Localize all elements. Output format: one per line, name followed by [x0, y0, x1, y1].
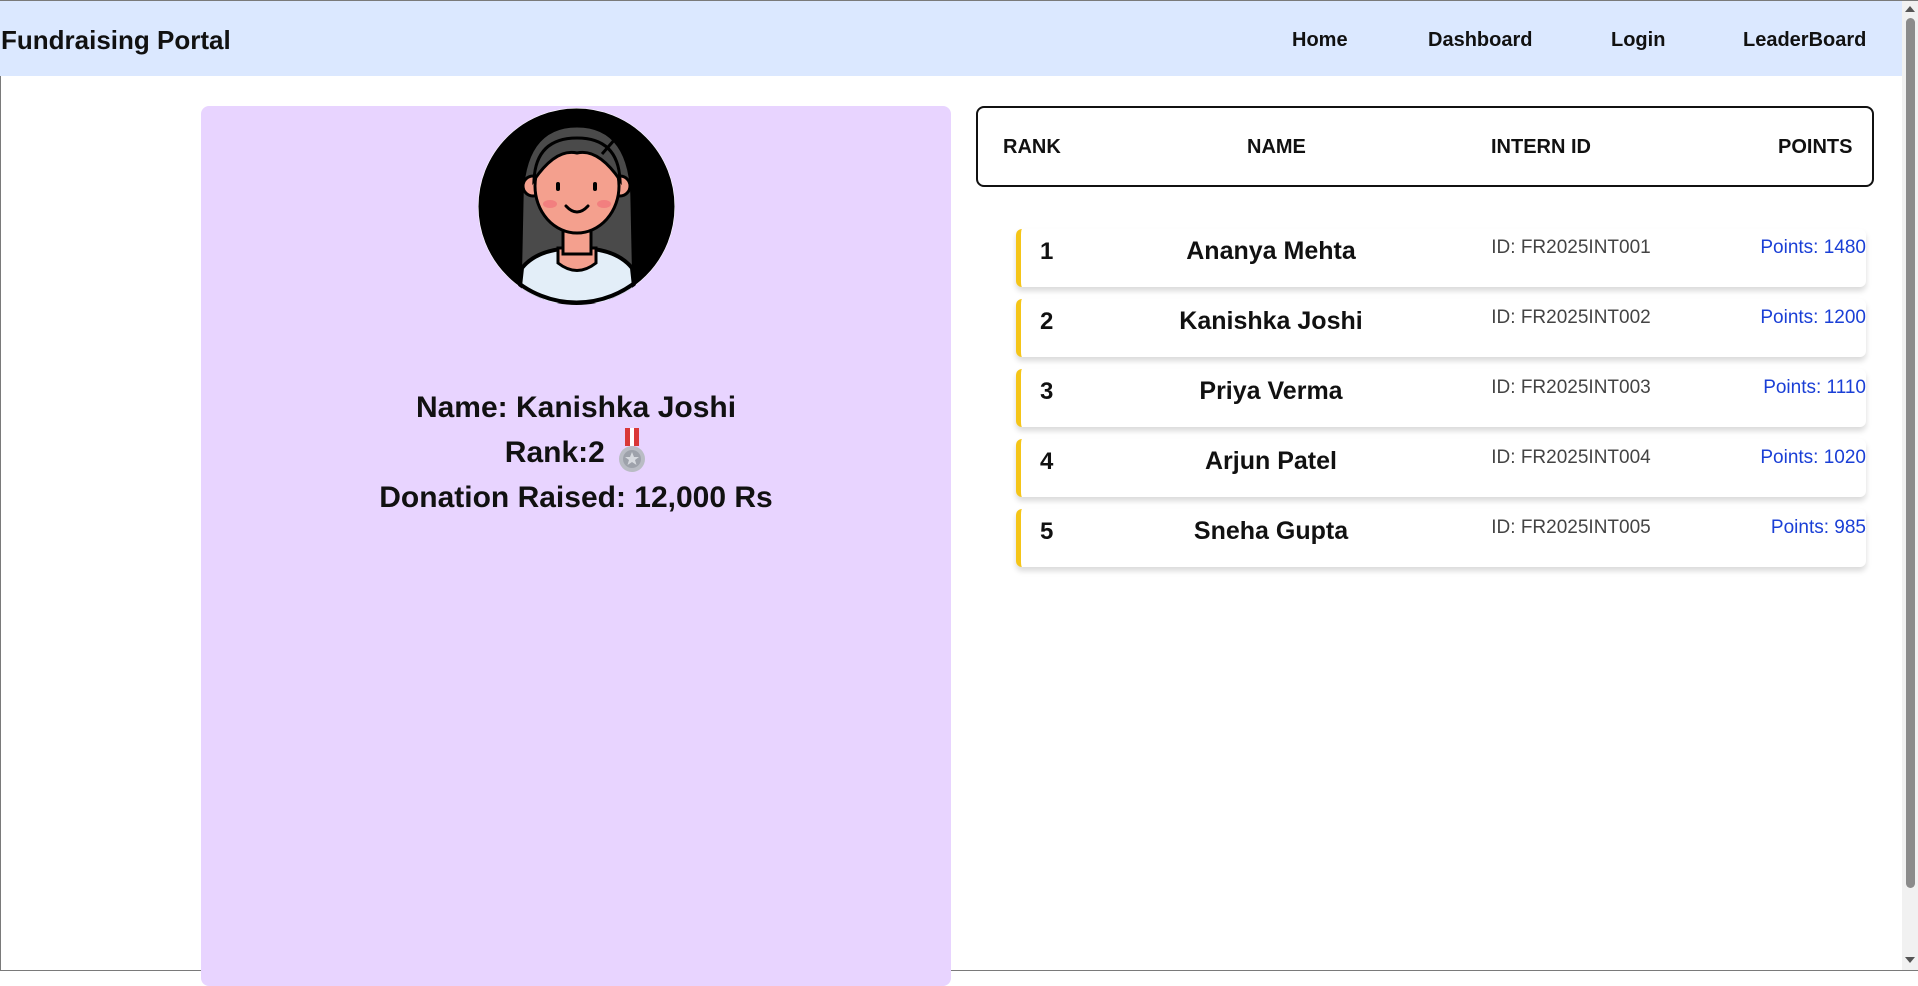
profile-donation: Donation Raised: 12,000 Rs	[379, 481, 773, 514]
scroll-down-arrow-icon[interactable]	[1905, 957, 1915, 963]
row-name: Ananya Mehta	[1186, 237, 1356, 265]
silver-medal-icon	[617, 428, 647, 485]
row-intern-id: ID: FR2025INT005	[1491, 517, 1651, 538]
leaderboard-row: 3 Priya Verma ID: FR2025INT003 Points: 1…	[1016, 369, 1866, 427]
leaderboard-row: 1 Ananya Mehta ID: FR2025INT001 Points: …	[1016, 229, 1866, 287]
leaderboard-row: 4 Arjun Patel ID: FR2025INT004 Points: 1…	[1016, 439, 1866, 497]
profile-rank-row: Rank:2	[201, 428, 951, 472]
header-rank: RANK	[1003, 136, 1061, 158]
leaderboard-row: 2 Kanishka Joshi ID: FR2025INT002 Points…	[1016, 299, 1866, 357]
row-points[interactable]: Points: 1110	[1763, 377, 1866, 399]
header-intern-id: INTERN ID	[1491, 136, 1591, 158]
header-points: POINTS	[1778, 136, 1853, 158]
row-points[interactable]: Points: 1480	[1760, 237, 1866, 259]
row-rank: 1	[1040, 238, 1054, 265]
row-points[interactable]: Points: 1020	[1760, 447, 1866, 469]
leaderboard-row: 5 Sneha Gupta ID: FR2025INT005 Points: 9…	[1016, 509, 1866, 567]
row-name: Sneha Gupta	[1193, 517, 1349, 545]
row-points[interactable]: Points: 985	[1771, 517, 1866, 539]
row-name: Kanishka Joshi	[1179, 307, 1363, 335]
leaderboard-header: RANK NAME INTERN ID POINTS	[976, 106, 1874, 187]
nav-link-leaderboard[interactable]: LeaderBoard	[1743, 1, 1866, 76]
row-intern-id: ID: FR2025INT002	[1491, 307, 1651, 328]
row-name: Arjun Patel	[1205, 447, 1337, 475]
girl-avatar-icon	[478, 108, 675, 305]
row-intern-id: ID: FR2025INT004	[1491, 447, 1651, 468]
nav-link-login[interactable]: Login	[1611, 1, 1665, 76]
nav-link-home[interactable]: Home	[1292, 1, 1348, 76]
row-rank: 2	[1040, 308, 1054, 335]
row-name: Priya Verma	[1199, 377, 1343, 405]
profile-info: Name: Kanishka Joshi Rank:2 Donation Rai…	[201, 388, 951, 518]
nav-link-dashboard[interactable]: Dashboard	[1428, 1, 1532, 76]
row-rank: 5	[1040, 518, 1054, 545]
profile-name: Name: Kanishka Joshi	[415, 391, 737, 424]
row-rank: 3	[1040, 378, 1054, 405]
scroll-up-arrow-icon[interactable]	[1905, 6, 1915, 12]
window-frame-left	[0, 0, 1, 971]
header-name: NAME	[1247, 136, 1306, 158]
scrollbar-thumb[interactable]	[1906, 18, 1915, 888]
brand-title: Fundraising Portal	[1, 25, 231, 55]
row-intern-id: ID: FR2025INT003	[1491, 377, 1651, 398]
profile-rank: Rank:2	[504, 436, 605, 469]
row-intern-id: ID: FR2025INT001	[1491, 237, 1651, 258]
navbar: Fundraising Portal Home Dashboard Login …	[0, 1, 1902, 76]
profile-card: Name: Kanishka Joshi Rank:2 Donation Rai…	[201, 106, 951, 986]
row-rank: 4	[1040, 448, 1054, 475]
row-points[interactable]: Points: 1200	[1760, 307, 1866, 329]
